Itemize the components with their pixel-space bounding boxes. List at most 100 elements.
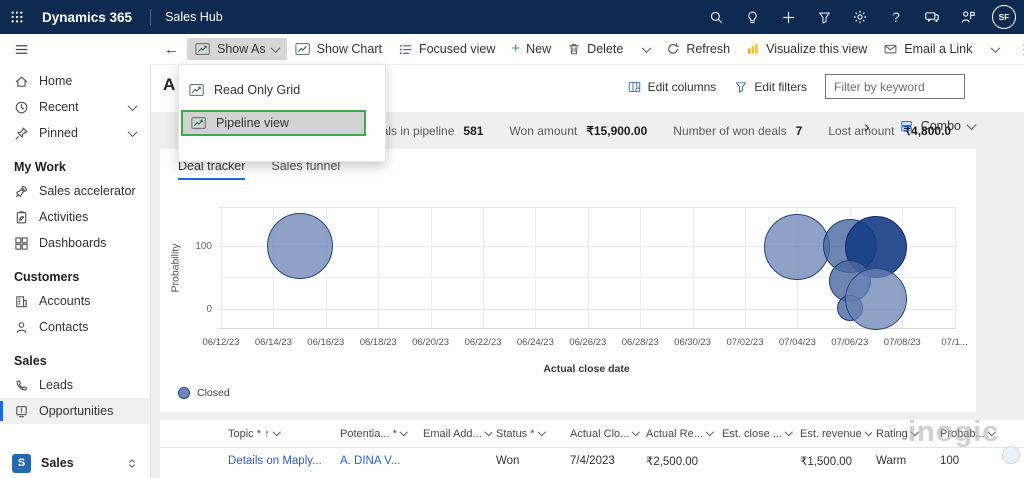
filter-keyword-input[interactable] [825, 74, 965, 99]
column-header-status[interactable]: Status * [492, 420, 566, 448]
chevron-down-icon[interactable] [127, 100, 138, 111]
legend-item-closed[interactable]: Closed [178, 387, 230, 399]
column-header-probab[interactable]: Probab... [936, 420, 1024, 448]
collapse-sitemap-button[interactable] [0, 34, 150, 64]
overflow-menu-button[interactable]: ⋮ [1007, 41, 1024, 58]
column-header-topic[interactable]: Topic * ↑ [224, 420, 336, 448]
row-select-cell[interactable] [160, 448, 224, 475]
scroll-indicator[interactable] [1002, 446, 1020, 464]
chart-type-selector[interactable]: Combo [899, 119, 977, 133]
waffle-menu-icon[interactable] [0, 10, 34, 24]
metrics-scroll-right-chevron[interactable]: › [864, 117, 870, 137]
user-badge-icon[interactable] [950, 0, 986, 34]
show-chart-button[interactable]: Show Chart [287, 38, 390, 60]
column-header-email-add[interactable]: Email Add... [419, 420, 492, 448]
sidebar-item-sales-accelerator[interactable]: Sales accelerator [0, 178, 150, 204]
sidebar-item-opportunities[interactable]: Opportunities [0, 398, 150, 424]
table-row[interactable]: Details on Maply... A. DINA V... Won 7/4/20… [160, 448, 1024, 475]
grid-header-row: Topic * ↑ Potentia... * Email Add... Status… [160, 420, 1024, 448]
cell-link[interactable]: A. DINA V... [336, 448, 419, 475]
menu-item-pipeline-view[interactable]: Pipeline view [181, 110, 366, 136]
show-chart-icon [295, 42, 311, 56]
building-icon [14, 294, 29, 309]
settings-gear-icon[interactable] [842, 0, 878, 34]
sidebar-item-activities[interactable]: Activities [0, 204, 150, 230]
menu-item-read-only-grid[interactable]: Read Only Grid [189, 78, 377, 102]
cell-value: ₹1,500.00 [800, 456, 853, 468]
column-header-label: Est. revenue [800, 427, 862, 440]
user-avatar[interactable]: SF [992, 5, 1016, 29]
edit-filters-button[interactable]: Edit filters [734, 80, 807, 94]
bubble-06-15-23-p100[interactable] [266, 213, 333, 279]
metric-value: 7 [795, 123, 803, 138]
sidebar-item-pinned[interactable]: Pinned [0, 120, 150, 146]
sidebar-item-label: Dashboards [39, 236, 107, 250]
column-header-est-close[interactable]: Est. close ... [718, 420, 796, 448]
clock-icon [14, 100, 29, 115]
filter-icon[interactable] [806, 0, 842, 34]
refresh-button[interactable]: Refresh [658, 38, 738, 60]
cell-value: ₹2,500.00 [646, 456, 699, 468]
sidebar-item-label: Accounts [39, 294, 91, 308]
menu-item-label: Pipeline view [216, 116, 289, 130]
column-header-label: Actual Clo... [570, 427, 630, 440]
brand-title[interactable]: Dynamics 365 [42, 10, 132, 25]
delete-button[interactable]: Delete [559, 38, 631, 60]
tab-sales-funnel[interactable]: Sales funnel [271, 159, 340, 180]
edit-columns-button[interactable]: Edit columns [627, 80, 716, 94]
focused-view-button[interactable]: Focused view [390, 38, 503, 61]
clipboard-icon [14, 210, 29, 225]
delete-label: Delete [587, 42, 624, 56]
search-icon[interactable] [698, 0, 734, 34]
column-header-actual-re[interactable]: Actual Re... [642, 420, 718, 448]
app-area-title[interactable]: Sales Hub [165, 10, 223, 24]
visualize-view-button[interactable]: Visualize this view [738, 38, 875, 60]
teams-chat-icon[interactable] [914, 0, 950, 34]
visualize-view-label: Visualize this view [766, 42, 868, 56]
email-split-chevron[interactable] [984, 42, 1007, 57]
show-as-button[interactable]: Show As [187, 38, 287, 60]
brand-divider [150, 9, 152, 25]
menu-item-label: Read Only Grid [214, 83, 301, 97]
sidebar-section-customers: Customers [14, 270, 80, 284]
column-header-potentia[interactable]: Potentia... * [336, 420, 419, 448]
delete-split-chevron[interactable] [635, 42, 658, 57]
cell-value: 7/4/2023 [570, 455, 615, 467]
metric-label: Won amount [509, 123, 578, 138]
sidebar-item-dashboards[interactable]: Dashboards [0, 230, 150, 256]
sidebar-item-leads[interactable]: Leads [0, 372, 150, 398]
sidebar-section-my-work: My Work [14, 160, 66, 174]
x-gridline [587, 207, 589, 329]
email-link-button[interactable]: Email a Link [875, 38, 980, 60]
sidebar-item-accounts[interactable]: Accounts [0, 288, 150, 314]
opportunities-grid: Topic * ↑ Potentia... * Email Add... Status… [160, 420, 1024, 478]
cell-value: Won [496, 455, 520, 467]
area-switcher[interactable]: S Sales [0, 448, 150, 478]
cell-link[interactable]: Details on Maply... [224, 448, 336, 475]
chevron-down-icon [990, 42, 1001, 53]
column-header-actual-clo[interactable]: Actual Clo... [566, 420, 642, 448]
page-title: A [163, 75, 176, 94]
back-button[interactable]: ← [156, 37, 187, 62]
chevron-down-icon [705, 427, 714, 436]
column-header-label: Est. close ... [722, 427, 782, 440]
grid-select-column-header[interactable] [160, 420, 224, 448]
column-header-rating[interactable]: Rating [872, 420, 936, 448]
sidebar-item-contacts[interactable]: Contacts [0, 314, 150, 340]
lightbulb-icon[interactable] [734, 0, 770, 34]
bubble-07-07-23-p16[interactable] [845, 267, 907, 330]
bubble-07-04-23-p98[interactable] [764, 214, 831, 281]
y-tick-100: 100 [195, 241, 212, 252]
help-icon[interactable]: ? [878, 0, 914, 34]
new-button[interactable]: + New [503, 38, 559, 60]
chevron-down-icon [641, 42, 652, 53]
column-header-est-revenue[interactable]: Est. revenue [796, 420, 872, 448]
sidebar-item-recent[interactable]: Recent [0, 94, 150, 120]
chevron-down-icon[interactable] [127, 126, 138, 137]
tab-deal-tracker[interactable]: Deal tracker [178, 159, 246, 180]
add-icon[interactable] [770, 0, 806, 34]
rocket-icon [14, 184, 29, 199]
edit-columns-icon [627, 80, 642, 94]
sidebar-item-home[interactable]: Home [0, 68, 150, 94]
x-gridline [221, 207, 222, 329]
